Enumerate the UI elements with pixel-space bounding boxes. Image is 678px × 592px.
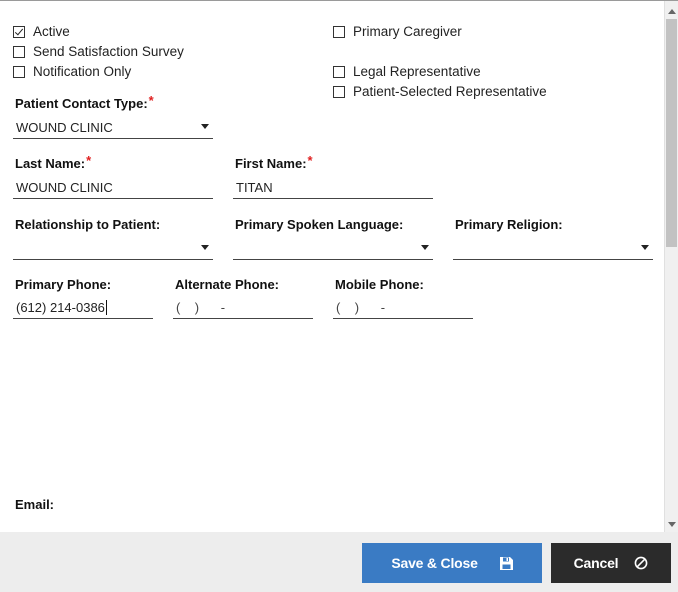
relationship-value	[13, 241, 16, 256]
checkbox-box[interactable]	[13, 65, 25, 78]
relationship-label: Relationship to Patient:	[15, 217, 161, 232]
cancel-label: Cancel	[573, 555, 619, 571]
required-marker: *	[86, 153, 92, 168]
checkbox-label: Patient-Selected Representative	[353, 84, 547, 99]
religion-value	[453, 241, 456, 256]
scrollbar-thumb[interactable]	[666, 19, 677, 247]
checkbox-legal-representative[interactable]: Legal Representative	[333, 64, 481, 79]
dropdown-arrow-icon[interactable]	[201, 124, 209, 129]
relationship-select[interactable]	[13, 238, 213, 260]
checkbox-label: Active	[33, 24, 70, 39]
first-name-label-text: First Name:	[235, 156, 307, 171]
checkbox-box[interactable]	[13, 45, 25, 58]
dialog-footer: Save & Close Cancel	[0, 532, 678, 592]
dropdown-arrow-icon[interactable]	[421, 245, 429, 250]
checkbox-label: Primary Caregiver	[353, 24, 462, 39]
first-name-value: TITAN	[236, 180, 273, 195]
contact-type-label-text: Patient Contact Type:	[15, 96, 148, 111]
checkbox-send-satisfaction-survey[interactable]: Send Satisfaction Survey	[13, 44, 184, 59]
mobile-phone-mask: ( ) -	[336, 300, 386, 315]
save-close-label: Save & Close	[391, 555, 478, 571]
checkbox-box[interactable]	[333, 65, 345, 78]
last-name-label: Last Name:*	[15, 153, 92, 171]
floppy-disk-icon	[499, 556, 513, 570]
last-name-value: WOUND CLINIC	[16, 180, 113, 195]
dropdown-arrow-icon[interactable]	[201, 245, 209, 250]
last-name-input[interactable]: WOUND CLINIC	[13, 177, 213, 199]
required-marker: *	[307, 153, 313, 168]
dropdown-arrow-icon[interactable]	[641, 245, 649, 250]
alternate-phone-label: Alternate Phone:	[175, 277, 280, 292]
scroll-down-arrow-icon[interactable]	[668, 522, 676, 527]
language-select[interactable]	[233, 238, 433, 260]
text-cursor	[105, 300, 107, 315]
religion-label: Primary Religion:	[455, 217, 563, 232]
alternate-phone-mask: ( ) -	[176, 300, 226, 315]
mobile-phone-input[interactable]: ( ) -	[333, 297, 473, 319]
checkbox-primary-caregiver[interactable]: Primary Caregiver	[333, 24, 462, 39]
cancel-circle-icon	[634, 556, 648, 570]
contact-type-label: Patient Contact Type:*	[15, 93, 154, 111]
first-name-input[interactable]: TITAN	[233, 177, 433, 199]
checkbox-label: Legal Representative	[353, 64, 481, 79]
scroll-up-arrow-icon[interactable]	[668, 9, 676, 14]
checkbox-box[interactable]	[333, 25, 345, 38]
first-name-label: First Name:*	[235, 153, 313, 171]
checkbox-label: Send Satisfaction Survey	[33, 44, 184, 59]
language-value	[233, 241, 236, 256]
contact-type-select[interactable]: WOUND CLINIC	[13, 117, 213, 139]
checkbox-label: Notification Only	[33, 64, 132, 79]
contact-form: Active Send Satisfaction Survey Notifica…	[0, 0, 664, 532]
cancel-button[interactable]: Cancel	[551, 543, 671, 583]
primary-phone-label: Primary Phone:	[15, 277, 112, 292]
save-close-button[interactable]: Save & Close	[362, 543, 542, 583]
checkbox-patient-selected-representative[interactable]: Patient-Selected Representative	[333, 84, 547, 99]
last-name-label-text: Last Name:	[15, 156, 86, 171]
primary-phone-value: (612) 214-0386	[16, 300, 105, 315]
religion-select[interactable]	[453, 238, 653, 260]
email-label: Email:	[15, 497, 55, 512]
checkbox-box[interactable]	[333, 85, 345, 98]
vertical-scrollbar[interactable]	[664, 1, 678, 532]
checkbox-box-checked[interactable]	[13, 25, 25, 38]
required-marker: *	[148, 93, 154, 108]
language-label: Primary Spoken Language:	[235, 217, 404, 232]
primary-phone-input[interactable]: (612) 214-0386	[13, 297, 153, 319]
alternate-phone-input[interactable]: ( ) -	[173, 297, 313, 319]
mobile-phone-label: Mobile Phone:	[335, 277, 424, 292]
checkbox-active[interactable]: Active	[13, 24, 70, 39]
checkbox-notification-only[interactable]: Notification Only	[13, 64, 131, 79]
contact-type-value: WOUND CLINIC	[16, 120, 113, 135]
